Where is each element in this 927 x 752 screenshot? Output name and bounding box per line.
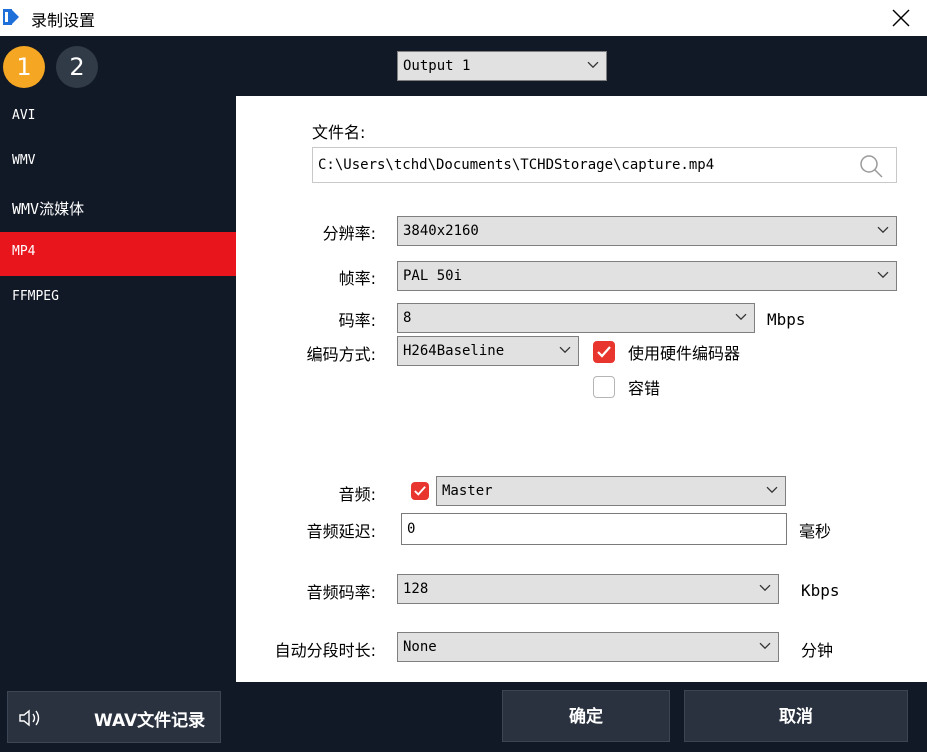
checkmark-icon bbox=[414, 486, 426, 496]
sidebar-item-label: WMV bbox=[12, 153, 36, 168]
audio-bitrate-label: 音频码率: bbox=[306, 583, 376, 602]
chevron-down-icon bbox=[759, 642, 771, 650]
audio-bitrate-unit: Kbps bbox=[801, 581, 840, 600]
encoding-value: H264Baseline bbox=[403, 343, 505, 359]
app-icon bbox=[3, 9, 19, 25]
auto-segment-label: 自动分段时长: bbox=[274, 641, 376, 660]
wav-record-label: WAV文件记录 bbox=[94, 711, 206, 731]
hw-encoder-checkbox[interactable] bbox=[593, 341, 615, 363]
resolution-select[interactable]: 3840x2160 bbox=[397, 216, 897, 246]
audio-label: 音频: bbox=[338, 485, 376, 504]
output-select[interactable]: Output 1 bbox=[397, 51, 607, 81]
sidebar-item-avi[interactable]: AVI bbox=[0, 96, 236, 140]
chevron-down-icon bbox=[877, 226, 889, 234]
audio-delay-unit: 毫秒 bbox=[799, 522, 832, 541]
sidebar-item-mp4[interactable]: MP4 bbox=[0, 232, 236, 276]
auto-segment-value: None bbox=[403, 639, 437, 655]
bitrate-label: 码率: bbox=[338, 311, 376, 330]
framerate-select[interactable]: PAL 50i bbox=[397, 261, 897, 291]
fault-tolerance-checkbox[interactable] bbox=[593, 376, 615, 398]
filename-value: C:\Users\tchd\Documents\TCHDStorage\capt… bbox=[318, 157, 715, 173]
audio-delay-label: 音频延迟: bbox=[306, 522, 376, 541]
audio-checkbox[interactable] bbox=[411, 482, 429, 500]
close-icon[interactable] bbox=[890, 7, 912, 29]
sidebar-item-label: WMV流媒体 bbox=[12, 200, 85, 218]
wav-record-button[interactable]: WAV文件记录 bbox=[7, 691, 221, 743]
bitrate-select[interactable]: 8 bbox=[397, 303, 755, 333]
checkmark-icon bbox=[597, 346, 611, 358]
audio-bitrate-value: 128 bbox=[403, 581, 429, 597]
audio-delay-value: 0 bbox=[407, 521, 416, 537]
chevron-down-icon bbox=[877, 271, 889, 279]
sidebar-item-wmv-streaming[interactable]: WMV流媒体 bbox=[0, 187, 236, 231]
ok-button[interactable]: 确定 bbox=[502, 690, 670, 742]
framerate-value: PAL 50i bbox=[403, 268, 463, 284]
filename-field[interactable]: C:\Users\tchd\Documents\TCHDStorage\capt… bbox=[312, 147, 897, 183]
window-title: 录制设置 bbox=[31, 11, 96, 30]
title-bar bbox=[0, 0, 927, 36]
bitrate-unit: Mbps bbox=[767, 310, 806, 329]
auto-segment-unit: 分钟 bbox=[801, 641, 834, 660]
chevron-down-icon bbox=[766, 486, 778, 494]
audio-bitrate-select[interactable]: 128 bbox=[397, 574, 779, 604]
chevron-down-icon bbox=[735, 313, 747, 321]
resolution-value: 3840x2160 bbox=[403, 223, 479, 239]
sidebar-item-label: AVI bbox=[12, 108, 36, 123]
encoding-label: 编码方式: bbox=[306, 345, 376, 364]
sidebar-item-ffmpeg[interactable]: FFMPEG bbox=[0, 277, 236, 321]
step-1-button[interactable]: 1 bbox=[3, 46, 45, 88]
output-select-value: Output 1 bbox=[403, 58, 471, 74]
auto-segment-select[interactable]: None bbox=[397, 632, 779, 662]
cancel-button[interactable]: 取消 bbox=[684, 690, 908, 742]
fault-tolerance-label: 容错 bbox=[628, 379, 661, 398]
chevron-down-icon bbox=[559, 346, 571, 354]
hw-encoder-label: 使用硬件编码器 bbox=[628, 344, 741, 363]
resolution-label: 分辨率: bbox=[322, 224, 376, 243]
chevron-down-icon bbox=[587, 61, 599, 69]
speaker-icon bbox=[19, 709, 40, 727]
bitrate-value: 8 bbox=[403, 310, 412, 326]
chevron-down-icon bbox=[759, 584, 771, 592]
audio-delay-input[interactable]: 0 bbox=[401, 513, 787, 545]
audio-source-select[interactable]: Master bbox=[436, 476, 786, 506]
sidebar-item-wmv[interactable]: WMV bbox=[0, 141, 236, 185]
step-2-button[interactable]: 2 bbox=[56, 46, 98, 88]
audio-source-value: Master bbox=[442, 483, 493, 499]
sidebar-item-label: FFMPEG bbox=[12, 289, 59, 304]
encoding-select[interactable]: H264Baseline bbox=[397, 336, 579, 366]
framerate-label: 帧率: bbox=[338, 269, 376, 288]
filename-label: 文件名: bbox=[312, 123, 366, 142]
sidebar-item-label: MP4 bbox=[12, 244, 36, 259]
search-icon[interactable] bbox=[858, 153, 884, 179]
